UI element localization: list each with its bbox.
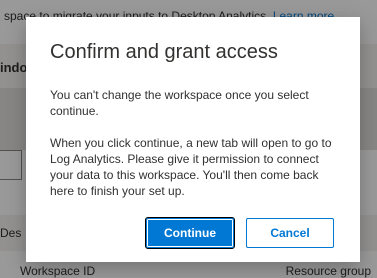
dialog-instructions-text: When you click continue, a new tab will … (50, 136, 332, 198)
dialog-actions: Continue Cancel (145, 217, 334, 249)
page: space to migrate your inputs to Desktop … (0, 0, 377, 278)
continue-button[interactable]: Continue (145, 217, 235, 249)
confirm-dialog: Confirm and grant access You can't chang… (26, 17, 360, 262)
cancel-button[interactable]: Cancel (246, 218, 334, 248)
dialog-warning-text: You can't change the workspace once you … (50, 88, 309, 118)
dialog-title: Confirm and grant access (50, 41, 278, 63)
